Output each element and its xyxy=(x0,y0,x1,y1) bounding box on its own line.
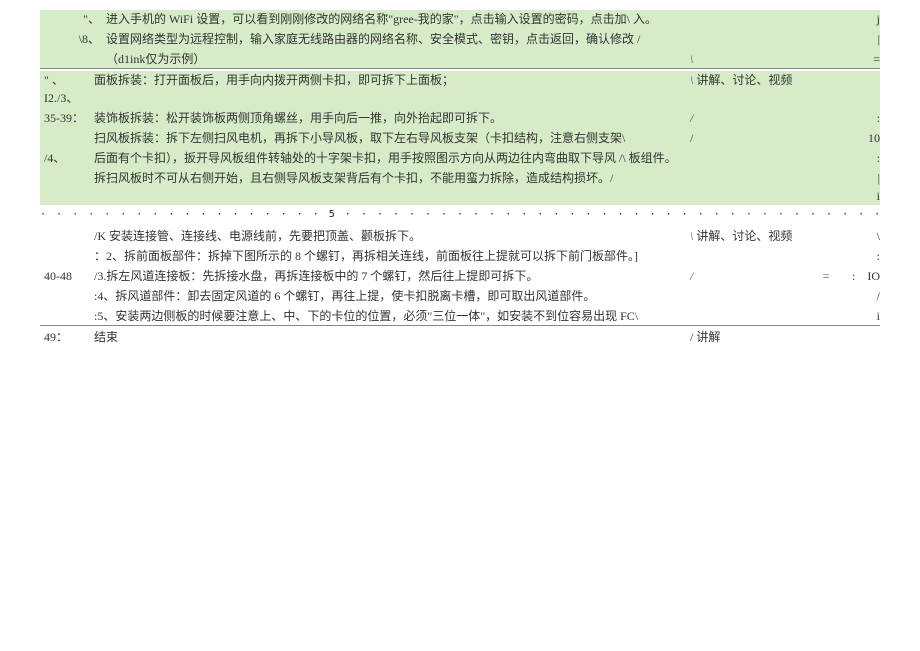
body-text: 进入手机的 WiFi 设置，可以看到刚刚修改的网络名称"gree-我的家"，点击… xyxy=(106,10,690,28)
body-text: 面板拆装：打开面板后，用手向内拨开两侧卡扣，即可拆下上面板； xyxy=(94,71,690,89)
row-number: /4、 xyxy=(40,149,94,167)
body-text: ：2、拆前面板部件：拆掉下图所示的 8 个螺钉，再拆相关连线，前面板往上提就可以… xyxy=(94,247,690,265)
dotted-separator: · · · · · · · · · · · · · · · · · · 5 · … xyxy=(40,209,880,223)
body-text: 设置网络类型为远程控制，输入家庭无线路由器的网络名称、安全模式、密钥，点击返回，… xyxy=(106,30,690,48)
text-span: 面板拆装：打开面板后，用手向内拨开两侧卡扣，即可拆下上面板； xyxy=(94,73,454,87)
body-text: :4、拆风道部件：卸去固定风道的 6 个螺钉，再往上提，使卡扣脱离卡槽，即可取出… xyxy=(94,287,690,305)
colon-mark: : xyxy=(852,269,855,283)
duration: : IO xyxy=(830,267,880,285)
row-number: 49： xyxy=(40,328,94,346)
document-page: "、 进入手机的 WiFi 设置，可以看到刚刚修改的网络名称"gree-我的家"… xyxy=(0,0,920,358)
margin-mark: j xyxy=(830,10,880,28)
duration-val: IO xyxy=(867,269,880,283)
green-block-1: "、 进入手机的 WiFi 设置，可以看到刚刚修改的网络名称"gree-我的家"… xyxy=(40,10,880,69)
white-block: /K 安装连接管、连接线、电源线前，先要把顶盖、颧板拆下。 \ 讲解、讨论、视频… xyxy=(40,227,880,326)
slash-mark: \ xyxy=(690,73,693,87)
eq-mark: = xyxy=(822,267,830,285)
method-col: \ 讲解、讨论、视频 xyxy=(690,227,830,245)
slash: / xyxy=(690,269,693,283)
margin-mark: | i xyxy=(830,169,880,205)
margin-mark: i xyxy=(830,307,880,325)
body-text: /3.拆左风道连接板：先拆接水盘，再拆连接板中的 7 个螺钉，然后往上提即可拆下… xyxy=(94,267,690,285)
margin-mark: | xyxy=(830,30,880,48)
method-text: 讲解、讨论、视频 xyxy=(696,73,792,87)
body-text: （d1ink仅为示例） xyxy=(106,50,690,68)
method-col: / 讲解 xyxy=(690,328,830,346)
row-number: 40-48 xyxy=(40,267,94,285)
method-text: 讲解、讨论、视频 xyxy=(696,229,792,243)
text-span: /3.拆左风道连接板：先拆接水盘，再拆连接板中的 7 个螺钉，然后往上提即可拆下… xyxy=(94,269,538,283)
slash-mark: \ xyxy=(690,229,693,243)
margin-mark: : xyxy=(830,149,880,167)
body-text: :5、安装两边侧板的时候要注意上、中、下的卡位的位置，必须"三位一体"，如安装不… xyxy=(94,307,690,325)
end-row: 49： 结束 / 讲解 xyxy=(40,328,880,346)
body-text: /K 安装连接管、连接线、电源线前，先要把顶盖、颧板拆下。 xyxy=(94,227,690,245)
slash-mark: / xyxy=(690,109,830,127)
body-text: 结束 xyxy=(94,328,690,346)
margin-mark: = xyxy=(830,50,880,68)
method-col: \ 讲解、讨论、视频 xyxy=(690,71,830,89)
duration: 10 xyxy=(830,129,880,147)
body-text: 装饰板拆装：松开装饰板两侧顶角螺丝，用手向后一推，向外抬起即可拆下。 xyxy=(94,109,690,127)
body-text: 扫风板拆装：拆下左侧扫风电机，再拆下小导风板，取下左右导风板支架（卡扣结构，注意… xyxy=(94,129,690,147)
margin-mark: \ xyxy=(830,227,880,245)
margin-mark: : xyxy=(830,247,880,265)
slash-mark: / xyxy=(690,129,830,147)
body-text: 拆扫风板时不可从右侧开始，且右侧导风板支架背后有个卡扣，不能用蛮力拆除，造成结构… xyxy=(94,169,690,187)
green-block-2: " 、I2./3、 面板拆装：打开面板后，用手向内拨开两侧卡扣，即可拆下上面板；… xyxy=(40,71,880,205)
bullet: "、 xyxy=(40,10,106,28)
row-number: " 、I2./3、 xyxy=(40,71,94,107)
slash-mark: / = xyxy=(690,267,830,285)
row-number: 35-39： xyxy=(40,109,94,127)
bullet: \8、 xyxy=(40,30,106,48)
slash-mark: \ xyxy=(690,50,830,68)
margin-mark: / xyxy=(830,287,880,305)
dotted-left-num: 5 xyxy=(329,209,337,220)
margin-mark: : xyxy=(830,109,880,127)
body-text: 后面有个卡扣），扳开导风板组件转轴处的十字架卡扣，用手按照图示方向从两边往内弯曲… xyxy=(94,149,690,167)
